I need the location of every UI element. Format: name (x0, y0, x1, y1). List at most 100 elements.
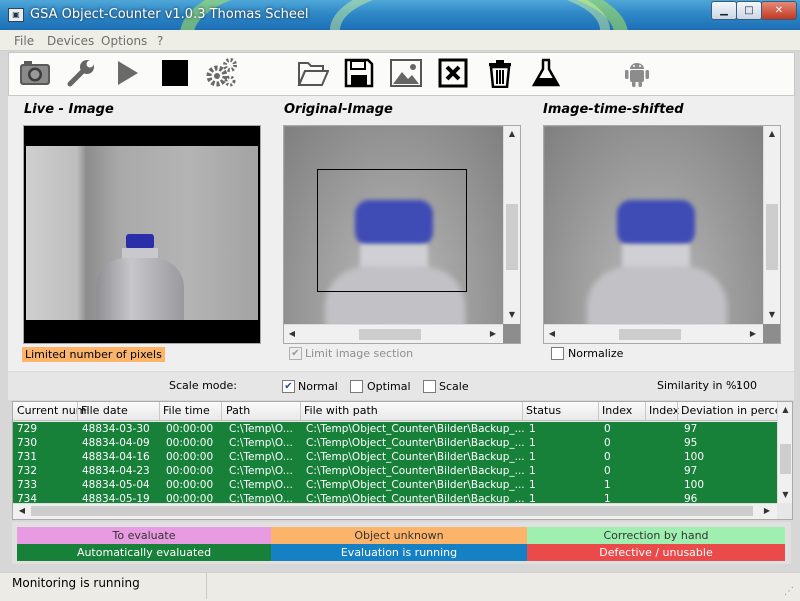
shifted-horizontal-scrollbar[interactable]: ◀ ▶ (544, 324, 763, 343)
camera-icon[interactable] (18, 56, 52, 90)
stop-icon[interactable] (158, 56, 192, 90)
cell-deviation: 100 (684, 479, 705, 491)
original-horizontal-scrollbar[interactable]: ◀ ▶ (284, 324, 503, 343)
cell-index: 0 (604, 423, 611, 435)
cell-path: C:\Temp\O... (229, 465, 293, 477)
limited-pixels-badge: Limited number of pixels (22, 347, 165, 362)
column-header-index-2[interactable]: Index (649, 404, 679, 417)
save-icon[interactable] (342, 56, 376, 90)
maximize-button[interactable]: □ (736, 1, 762, 20)
scale-scale-label: Scale (439, 380, 469, 393)
table-row[interactable]: 732 48834-04-23 00:00:00 C:\Temp\O... C:… (13, 464, 777, 478)
legend-object-unknown: Object unknown (271, 527, 527, 544)
table-row[interactable]: 733 48834-05-04 00:00:00 C:\Temp\O... C:… (13, 478, 777, 492)
limit-section-checkbox[interactable]: ✔ (289, 347, 302, 360)
android-icon[interactable] (620, 56, 654, 90)
menu-devices[interactable]: Devices (47, 34, 94, 48)
original-vertical-scrollbar[interactable]: ▲ ▼ (503, 126, 520, 324)
scale-normal-label: Normal (298, 380, 338, 393)
play-icon[interactable] (110, 56, 144, 90)
status-text: Monitoring is running (12, 576, 140, 590)
scale-optimal-checkbox[interactable] (350, 380, 363, 393)
trash-icon[interactable] (483, 56, 517, 90)
cell-status: 1 (529, 465, 536, 477)
limit-section-label: Limit image section (305, 347, 414, 360)
cell-index: 0 (604, 437, 611, 449)
column-header-file-date[interactable]: File date (81, 404, 128, 417)
table-vertical-scrollbar[interactable]: ▲ ▼ (777, 402, 792, 503)
selection-rectangle[interactable] (317, 169, 467, 292)
cell-number: 733 (17, 479, 38, 491)
cell-index: 0 (604, 465, 611, 477)
camera-icon: ▣ (8, 8, 24, 22)
scale-scale-checkbox[interactable] (423, 380, 436, 393)
cell-deviation: 97 (684, 423, 698, 435)
scale-normal-checkbox[interactable]: ✔ (282, 380, 295, 393)
normalize-label: Normalize (568, 347, 624, 360)
shifted-vertical-scrollbar[interactable]: ▲ ▼ (763, 126, 780, 324)
cell-status: 1 (529, 479, 536, 491)
menu-help[interactable]: ? (157, 34, 163, 48)
image-icon[interactable] (389, 56, 423, 90)
cell-file-date: 48834-04-16 (82, 451, 150, 463)
cell-path: C:\Temp\O... (229, 451, 293, 463)
delete-image-icon[interactable] (436, 56, 470, 90)
legend-defective-unusable: Defective / unusable (527, 544, 785, 561)
flask-icon[interactable] (529, 56, 563, 90)
column-header-file-time[interactable]: File time (163, 404, 210, 417)
minimize-button[interactable]: ▁ (711, 1, 737, 20)
cell-file-date: 48834-04-23 (82, 465, 150, 477)
cell-path: C:\Temp\O... (229, 437, 293, 449)
cell-file-time: 00:00:00 (166, 465, 214, 477)
similarity-value: 100 (736, 379, 757, 392)
menu-options[interactable]: Options (101, 34, 147, 48)
window-title: GSA Object-Counter v1.0.3 Thomas Scheel (30, 7, 309, 22)
live-image-title: Live - Image (24, 102, 114, 117)
close-button[interactable]: ✕ (761, 1, 797, 20)
original-image-title: Original-Image (284, 102, 393, 117)
cell-status: 1 (529, 437, 536, 449)
scale-mode-label: Scale mode: (169, 379, 237, 392)
normalize-checkbox[interactable] (551, 347, 564, 360)
table-row[interactable]: 730 48834-04-09 00:00:00 C:\Temp\O... C:… (13, 436, 777, 450)
column-header-file-with-path[interactable]: File with path (304, 404, 378, 417)
cell-file-with-path: C:\Temp\Object_Counter\Bilder\Backup_... (306, 465, 525, 477)
cell-number: 731 (17, 451, 38, 463)
cell-path: C:\Temp\O... (229, 423, 293, 435)
cell-number: 729 (17, 423, 38, 435)
menu-file[interactable]: File (14, 34, 34, 48)
live-image-view (23, 125, 261, 344)
legend-automatically-evaluated: Automatically evaluated (17, 544, 271, 561)
cell-deviation: 100 (684, 451, 705, 463)
cell-file-time: 00:00:00 (166, 479, 214, 491)
column-header-current-number[interactable]: Current numl (17, 404, 90, 417)
cell-number: 732 (17, 465, 38, 477)
column-header-path[interactable]: Path (226, 404, 250, 417)
column-header-index[interactable]: Index (602, 404, 632, 417)
gears-icon[interactable] (205, 56, 239, 90)
cell-file-time: 00:00:00 (166, 451, 214, 463)
shifted-image-title: Image-time-shifted (543, 102, 684, 117)
table-horizontal-scrollbar[interactable]: ◀ ▶ (13, 503, 777, 519)
legend-correction-by-hand: Correction by hand (527, 527, 785, 544)
table-row[interactable]: 731 48834-04-16 00:00:00 C:\Temp\O... C:… (13, 450, 777, 464)
cell-file-with-path: C:\Temp\Object_Counter\Bilder\Backup_... (306, 479, 525, 491)
cell-index: 1 (604, 479, 611, 491)
cell-deviation: 95 (684, 437, 698, 449)
column-header-status[interactable]: Status (526, 404, 561, 417)
table-header: Current numl File date File time Path Fi… (13, 402, 792, 421)
wrench-icon[interactable] (64, 56, 98, 90)
original-image-view[interactable]: ▲ ▼ ◀ ▶ (283, 125, 521, 344)
cell-path: C:\Temp\O... (229, 479, 293, 491)
cell-file-date: 48834-04-09 (82, 437, 150, 449)
column-header-deviation[interactable]: Deviation in percent (681, 404, 792, 417)
cell-status: 1 (529, 451, 536, 463)
cell-index: 0 (604, 451, 611, 463)
cell-file-time: 00:00:00 (166, 423, 214, 435)
resize-grip-icon[interactable]: ⋰ (784, 586, 794, 597)
cell-file-time: 00:00:00 (166, 437, 214, 449)
legend-evaluation-running: Evaluation is running (271, 544, 527, 561)
folder-open-icon[interactable] (296, 56, 330, 90)
table-row[interactable]: 729 48834-03-30 00:00:00 C:\Temp\O... C:… (13, 422, 777, 436)
legend-to-evaluate: To evaluate (17, 527, 271, 544)
